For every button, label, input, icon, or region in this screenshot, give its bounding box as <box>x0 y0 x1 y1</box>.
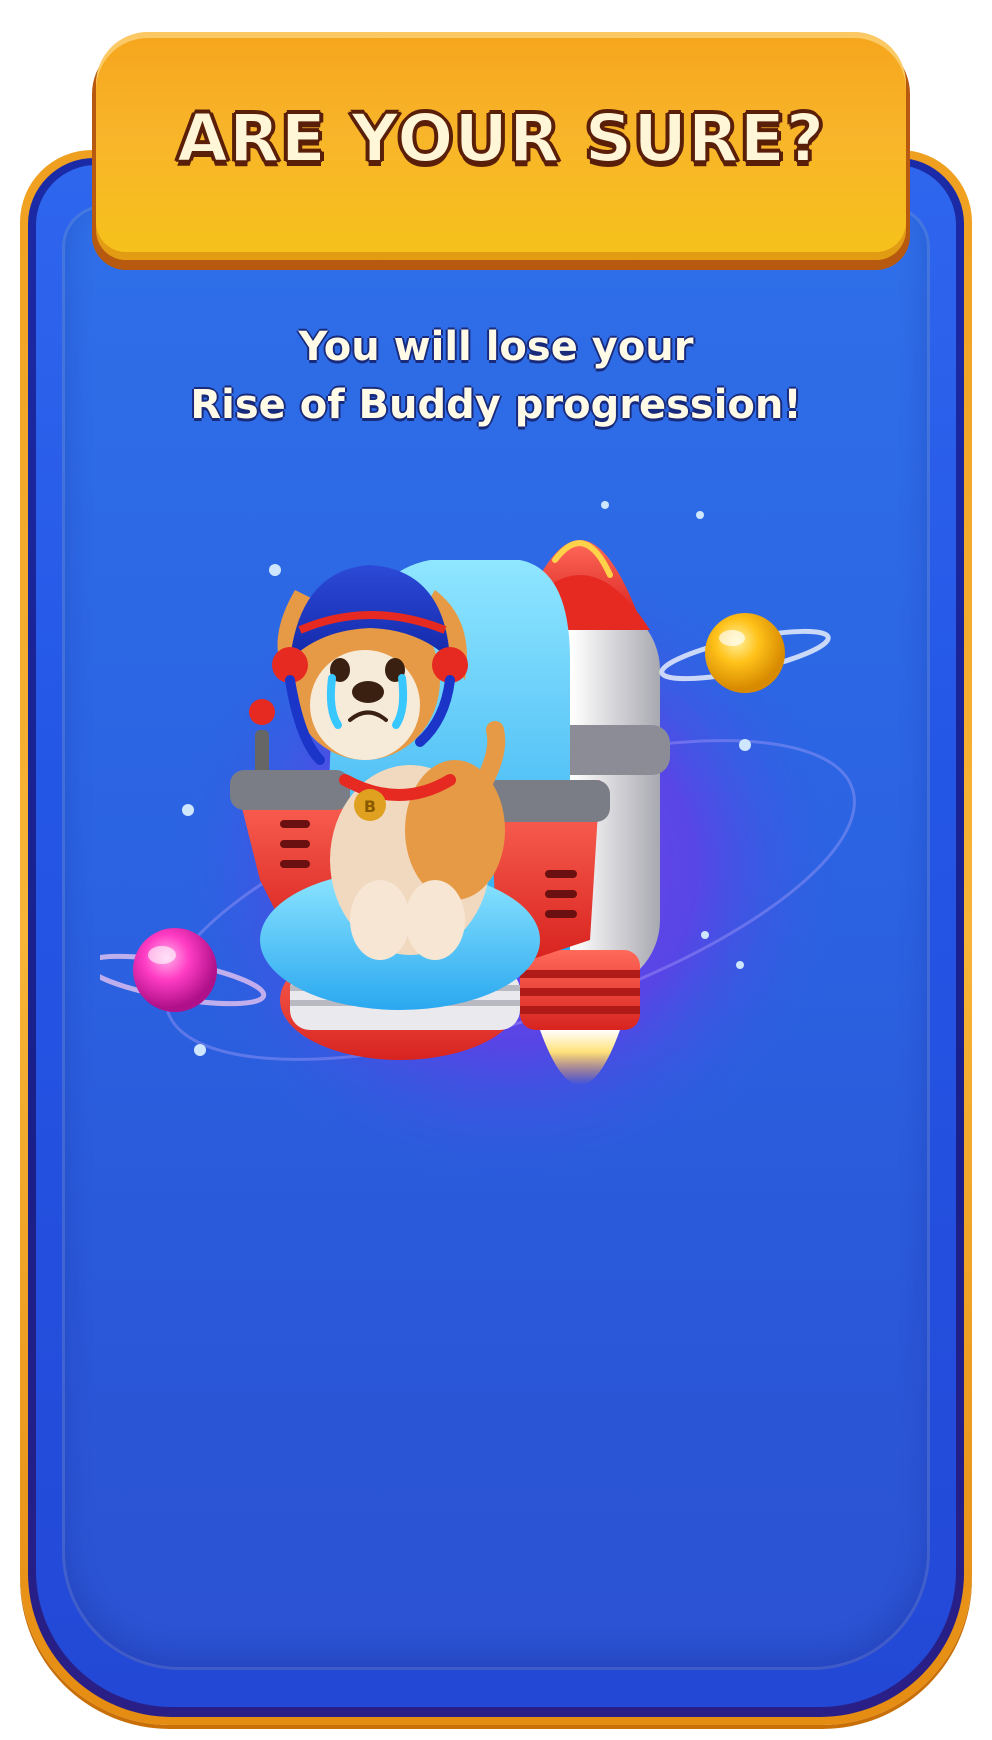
message-line-2: Rise of Buddy progression! <box>190 382 802 428</box>
confirm-dialog: ARE YOUR SURE? You will lose your Rise o… <box>0 0 992 1740</box>
dialog-title: ARE YOUR SURE? <box>176 99 826 178</box>
message-line-1: You will lose your <box>298 324 694 370</box>
crying-puppy-rocket-illustration: B <box>100 501 856 1190</box>
collar-tag-letter: B <box>364 797 376 816</box>
dialog-message: You will lose your Rise of Buddy progres… <box>62 318 930 434</box>
